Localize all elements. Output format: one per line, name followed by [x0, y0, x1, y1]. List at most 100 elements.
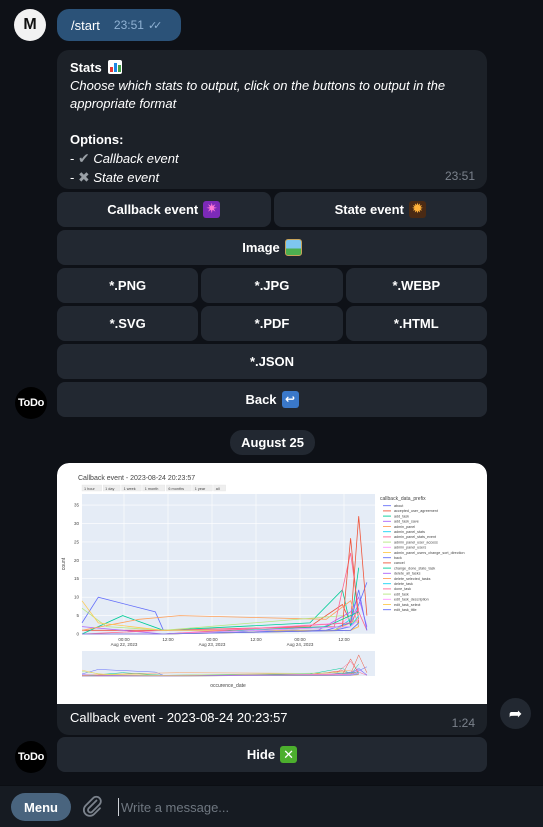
- y-tick-label: 0: [76, 632, 79, 637]
- legend-item[interactable]: admin_panel: [394, 525, 415, 529]
- legend-item[interactable]: delete_selected_tasks: [394, 577, 431, 581]
- png-button[interactable]: *.PNG: [57, 268, 199, 303]
- webp-button[interactable]: *.WEBP: [345, 268, 487, 303]
- range-selector: 1 hour 1 day 1 week 1 month 6 months 1 year al…: [81, 484, 226, 492]
- y-axis-label: count: [61, 557, 67, 570]
- keyboard-row: *.PNG *.JPG *.WEBP: [57, 268, 487, 303]
- option-state-event: - ✖ State event: [70, 169, 160, 185]
- cross-mark-icon: ✕: [280, 746, 298, 763]
- check-icon: ✔: [77, 150, 90, 166]
- stats-title: Stats: [70, 60, 102, 75]
- y-ticks: 0 5 10 15 20 25 30 35: [74, 503, 80, 637]
- y-tick-label: 35: [74, 503, 80, 508]
- legend-item[interactable]: edit_task_title: [394, 608, 417, 612]
- range-button-label: 1 day: [105, 487, 114, 491]
- message-input[interactable]: [121, 797, 521, 817]
- back-button[interactable]: Back ↩: [57, 382, 487, 417]
- back-arrow-icon: ↩: [281, 391, 299, 408]
- read-receipt-icon: ✓✓: [147, 19, 163, 32]
- legend-item[interactable]: delete_all_tasks: [394, 572, 421, 576]
- chart-title: Callback event - 2023-08-24 20:23:57: [78, 475, 195, 482]
- photo-message: Callback event - 2023-08-24 20:23:57 1 h…: [57, 463, 487, 735]
- keyboard-row: Back ↩: [57, 382, 487, 417]
- message-composer: Menu: [0, 785, 543, 827]
- state-event-button[interactable]: State event: [273, 192, 487, 227]
- photo-time: 1:24: [451, 716, 475, 730]
- forward-icon[interactable]: ➦: [500, 698, 531, 729]
- x-tick-date: Aug 24, 2023: [287, 642, 314, 647]
- keyboard-row: Image: [57, 230, 487, 265]
- user-avatar[interactable]: M: [14, 9, 46, 41]
- paperclip-icon[interactable]: [80, 794, 104, 818]
- cross-icon: ✖: [77, 169, 90, 185]
- keyboard-row: Callback event State event: [57, 192, 487, 227]
- legend-item[interactable]: admin_panel_users: [394, 546, 426, 550]
- range-button-label: 1 month: [145, 487, 159, 491]
- legend-item[interactable]: edit_task_description: [394, 598, 429, 602]
- bar-chart-icon: [108, 60, 123, 74]
- legend-item[interactable]: back: [394, 556, 402, 560]
- x-tick-label: 12:00: [338, 637, 350, 642]
- keyboard-row: *.SVG *.PDF *.HTML: [57, 306, 487, 341]
- hide-button[interactable]: Hide ✕: [57, 737, 487, 772]
- range-button-label: 1 hour: [84, 487, 96, 491]
- firework-icon: [408, 200, 426, 218]
- legend-item[interactable]: edit_task_select: [394, 603, 420, 607]
- range-button-label: all: [216, 487, 220, 491]
- jpg-button[interactable]: *.JPG: [201, 268, 343, 303]
- callback-event-button[interactable]: Callback event: [57, 192, 271, 227]
- date-separator: August 25: [230, 430, 315, 455]
- x-tick-date: Aug 22, 2023: [111, 642, 138, 647]
- y-tick-label: 25: [74, 539, 80, 544]
- json-button[interactable]: *.JSON: [57, 344, 487, 379]
- text-caret: [118, 798, 119, 816]
- legend-item[interactable]: about: [394, 504, 403, 508]
- svg-button[interactable]: *.SVG: [57, 306, 199, 341]
- option-label: State event: [93, 170, 160, 185]
- image-button[interactable]: Image: [57, 230, 487, 265]
- html-button[interactable]: *.HTML: [345, 306, 487, 341]
- legend-item[interactable]: delete_task: [394, 582, 413, 586]
- y-tick-label: 20: [74, 558, 80, 563]
- legend-item[interactable]: admin_panel_user_access: [394, 540, 438, 544]
- legend-item[interactable]: add_task: [394, 514, 409, 518]
- range-button-label: 6 months: [168, 487, 184, 491]
- range-button-label: 1 year: [195, 487, 206, 491]
- y-tick-label: 30: [74, 521, 80, 526]
- option-callback-event: - ✔ Callback event: [70, 150, 179, 166]
- range-button-label: 1 week: [124, 487, 136, 491]
- legend-item[interactable]: add_task_save: [394, 520, 419, 524]
- legend-item[interactable]: cancel: [394, 561, 405, 565]
- sparkle-icon: [203, 200, 221, 218]
- menu-button[interactable]: Menu: [11, 793, 71, 821]
- options-label: Options:: [70, 132, 124, 147]
- legend-item[interactable]: edit_task: [394, 592, 409, 596]
- plot-area: [82, 494, 375, 634]
- keyboard-row: *.JSON: [57, 344, 487, 379]
- x-ticks: 00:00Aug 22, 202312:00 00:00Aug 23, 20231…: [111, 637, 351, 647]
- stats-message-time: 23:51: [444, 169, 475, 183]
- keyboard-row: Hide ✕: [57, 737, 487, 772]
- bot-avatar[interactable]: ToDo: [15, 387, 47, 419]
- x-tick-date: Aug 23, 2023: [199, 642, 226, 647]
- legend-item[interactable]: done_task: [394, 587, 411, 591]
- legend-item[interactable]: admin_panel_stats: [394, 530, 425, 534]
- picture-icon: [284, 239, 302, 256]
- bot-avatar[interactable]: ToDo: [15, 741, 47, 773]
- legend-item[interactable]: change_done_state_task: [394, 566, 435, 570]
- chart-image[interactable]: Callback event - 2023-08-24 20:23:57 1 h…: [57, 463, 487, 704]
- photo-caption: Callback event - 2023-08-24 20:23:57: [70, 710, 288, 725]
- callback-event-chart: Callback event - 2023-08-24 20:23:57 1 h…: [61, 475, 465, 689]
- outgoing-message[interactable]: /start 23:51 ✓✓: [57, 9, 181, 41]
- pdf-button[interactable]: *.PDF: [201, 306, 343, 341]
- stats-message: Stats Choose which stats to output, clic…: [57, 50, 487, 189]
- x-axis-label: occurence_date: [210, 683, 246, 689]
- y-tick-label: 5: [76, 613, 79, 618]
- legend-item[interactable]: accepted_user_agreement: [394, 509, 438, 513]
- legend-item[interactable]: admin_panel_users_change_sort_direction: [394, 551, 465, 555]
- outgoing-message-text[interactable]: /start: [71, 18, 100, 33]
- user-avatar-initial: M: [23, 16, 37, 33]
- outgoing-message-time: 23:51: [113, 18, 144, 32]
- legend-item[interactable]: admin_panel_stats_event: [394, 535, 436, 539]
- stats-description: Choose which stats to output, click on t…: [70, 78, 446, 111]
